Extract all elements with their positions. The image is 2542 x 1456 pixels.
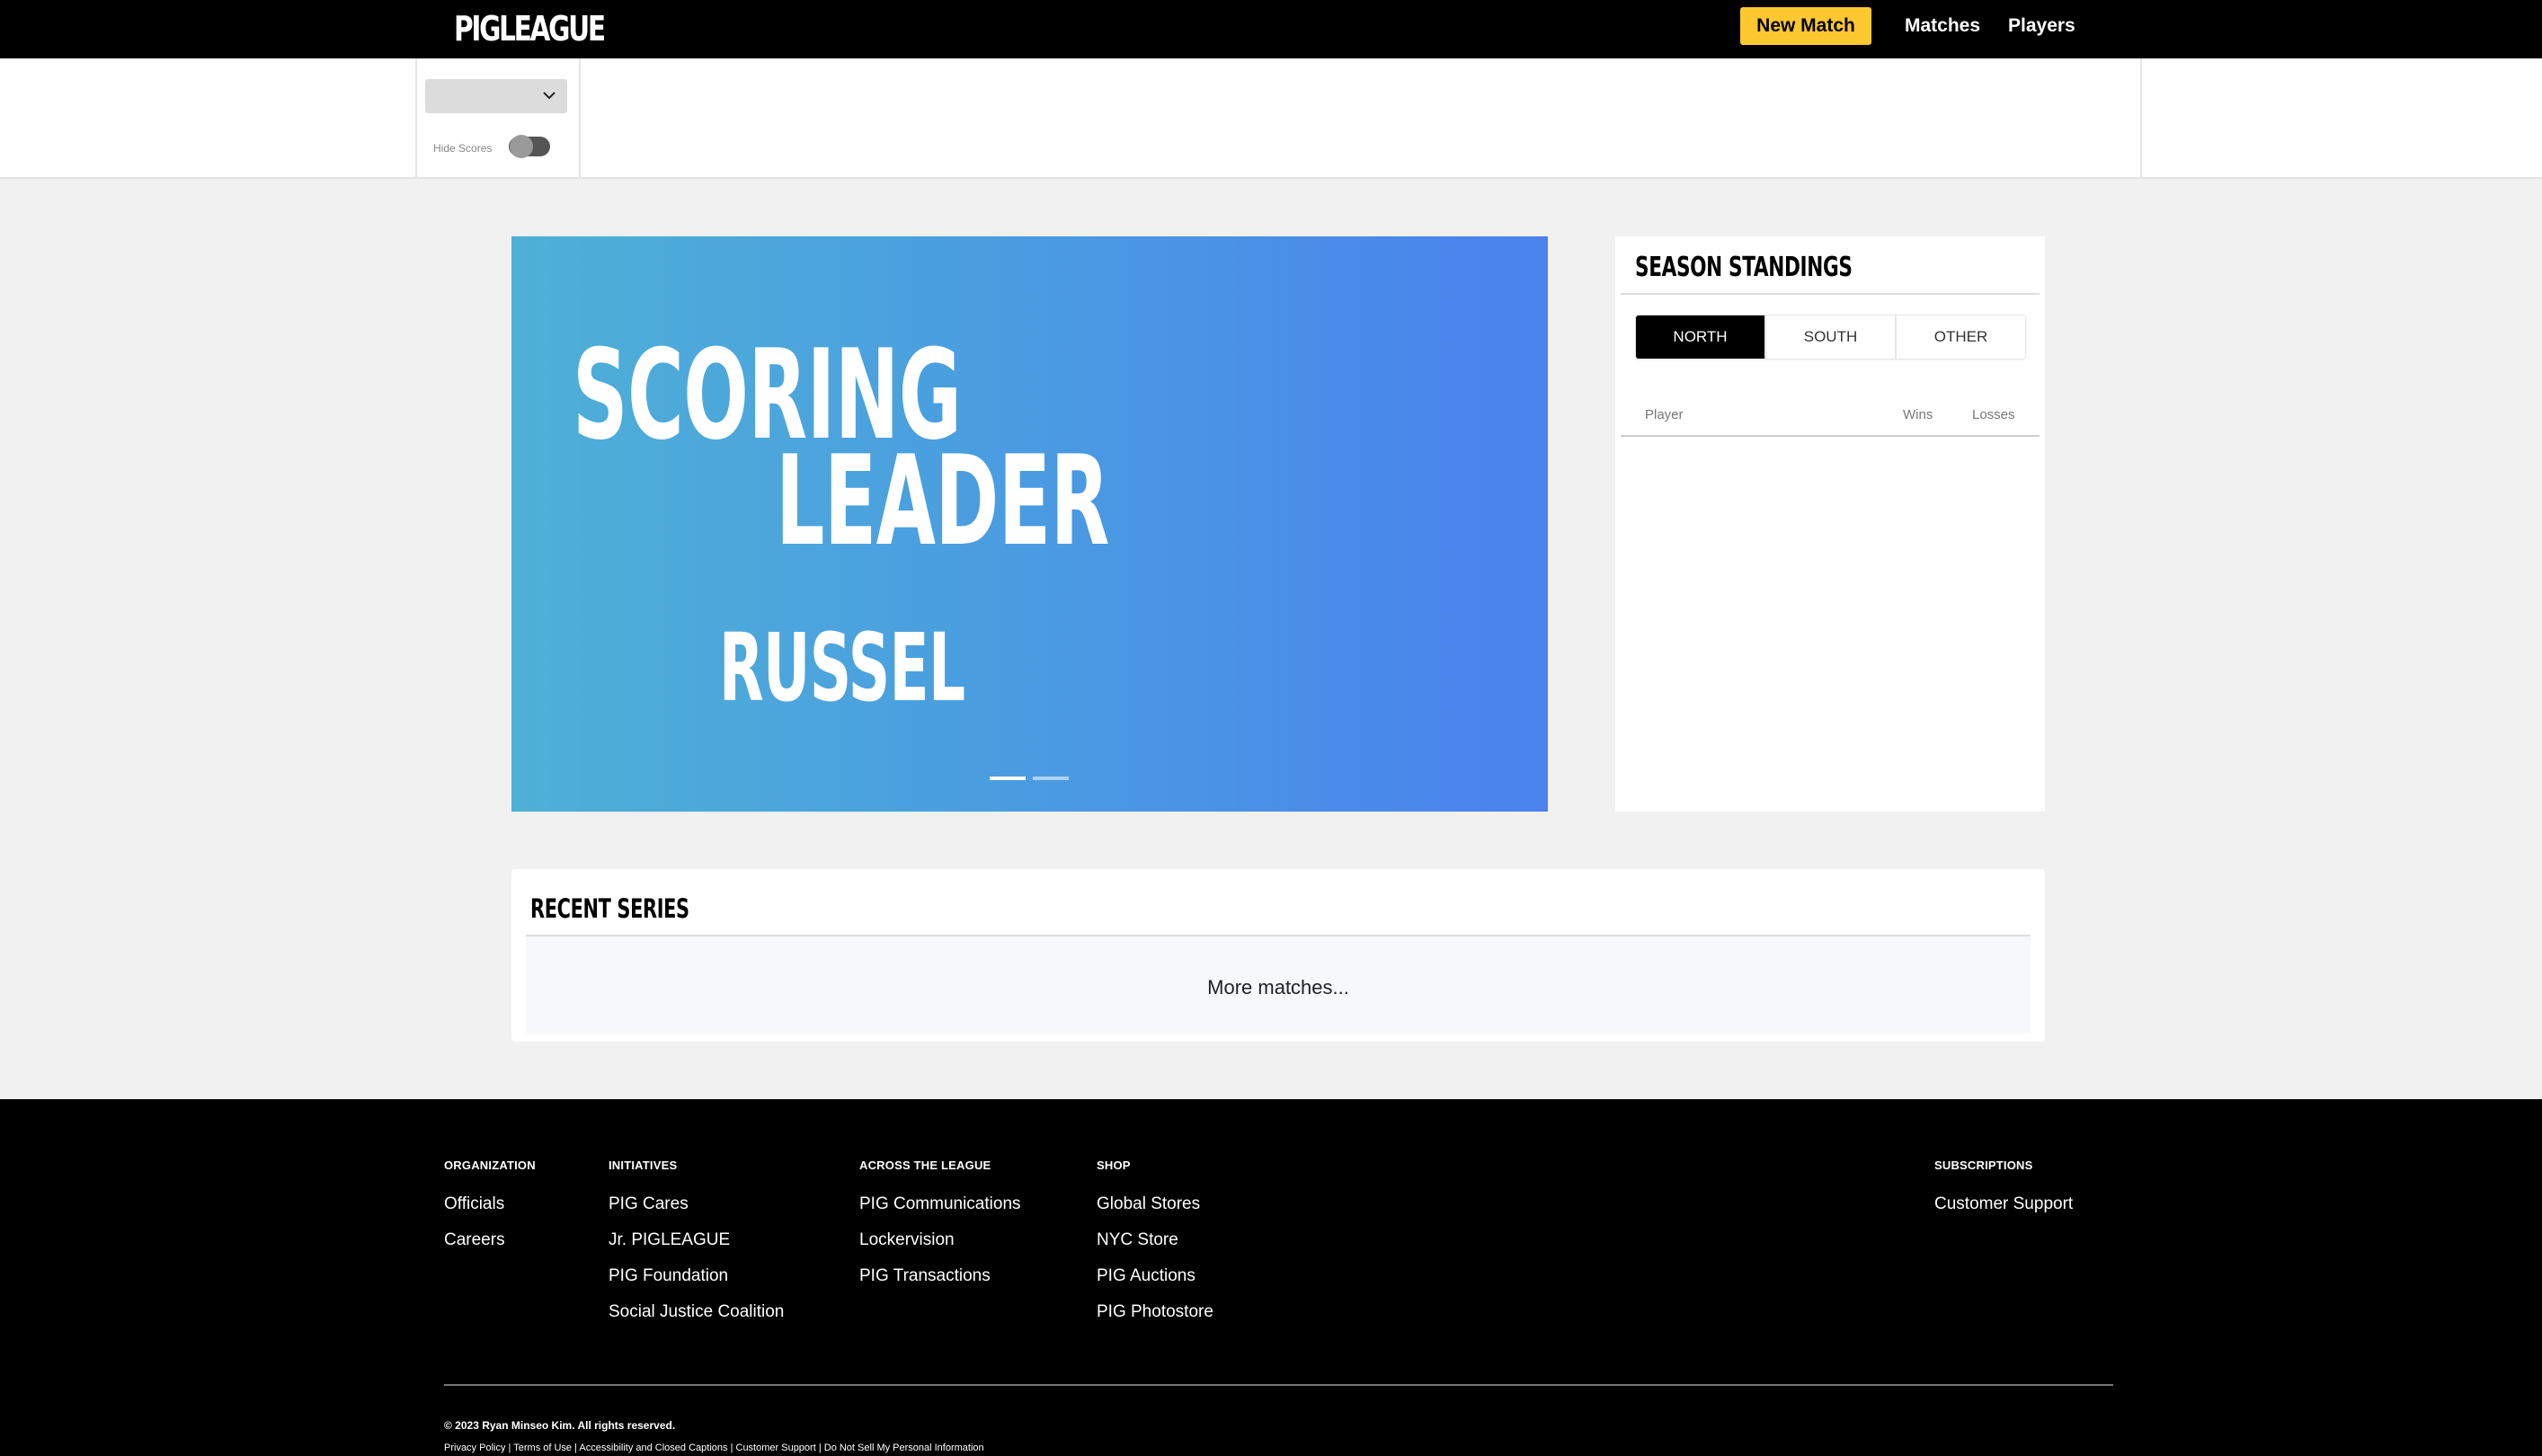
footer-heading: ACROSS THE LEAGUE: [859, 1159, 991, 1172]
do-not-sell-link[interactable]: Do Not Sell My Personal Information: [824, 1443, 984, 1453]
divider: [2140, 58, 2142, 179]
footer-column-subscriptions: SUBSCRIPTIONS Customer Support: [1934, 1159, 2073, 1231]
footer-link[interactable]: PIG Auctions: [1097, 1267, 1213, 1303]
hero-player-name: RUSSEL: [719, 613, 965, 723]
column-header-wins[interactable]: Wins: [1903, 407, 1933, 422]
nav-matches-link[interactable]: Matches: [1905, 7, 1980, 45]
carousel-dot-1[interactable]: [990, 777, 1026, 780]
divider: [415, 58, 417, 179]
footer-link[interactable]: Customer Support: [1934, 1195, 2073, 1231]
chevron-down-icon: [543, 92, 556, 100]
footer-link[interactable]: PIG Transactions: [859, 1267, 1021, 1303]
footer-link[interactable]: Jr. PIGLEAGUE: [609, 1231, 784, 1267]
hero-carousel[interactable]: SCORING LEADER RUSSEL: [511, 236, 1548, 812]
standings-title: SEASON STANDINGS: [1635, 252, 1853, 283]
column-header-losses[interactable]: Losses: [1972, 407, 2015, 422]
tab-other[interactable]: OTHER: [1897, 315, 2025, 359]
recent-series-card: RECENT SERIES More matches...: [511, 869, 2045, 1042]
footer-column-initiatives: INITIATIVES PIG Cares Jr. PIGLEAGUE PIG …: [609, 1159, 784, 1339]
footer-link[interactable]: Global Stores: [1097, 1195, 1213, 1231]
tab-south[interactable]: SOUTH: [1766, 315, 1897, 359]
footer-divider: [444, 1384, 2113, 1386]
footer-link[interactable]: Careers: [444, 1231, 536, 1267]
carousel-dot-2[interactable]: [1033, 777, 1069, 780]
hide-scores-toggle[interactable]: [509, 135, 550, 158]
terms-of-use-link[interactable]: Terms of Use: [513, 1443, 572, 1453]
footer-heading: INITIATIVES: [609, 1159, 678, 1172]
recent-series-title: RECENT SERIES: [530, 893, 689, 924]
recent-series-list: More matches...: [526, 937, 2031, 1034]
legal-links: Privacy Policy | Terms of Use | Accessib…: [444, 1443, 984, 1453]
accessibility-link[interactable]: Accessibility and Closed Captions: [579, 1443, 727, 1453]
hide-scores-label: Hide Scores: [433, 142, 493, 155]
season-standings-card: SEASON STANDINGS NORTH SOUTH OTHER Playe…: [1615, 236, 2045, 812]
nav-players-link[interactable]: Players: [2008, 7, 2075, 45]
footer-link[interactable]: PIG Foundation: [609, 1267, 784, 1303]
footer-link[interactable]: Lockervision: [859, 1231, 1021, 1267]
customer-support-link[interactable]: Customer Support: [736, 1443, 816, 1453]
footer-link[interactable]: PIG Cares: [609, 1195, 784, 1231]
site-logo[interactable]: PIGLEAGUE: [454, 7, 606, 50]
footer-heading: SHOP: [1097, 1159, 1131, 1172]
divider: [579, 58, 581, 179]
footer-link[interactable]: Social Justice Coalition: [609, 1303, 784, 1339]
footer-link[interactable]: PIG Communications: [859, 1195, 1021, 1231]
new-match-button[interactable]: New Match: [1740, 7, 1871, 45]
footer-heading: SUBSCRIPTIONS: [1934, 1159, 2033, 1172]
toggle-knob: [510, 135, 533, 158]
footer-link[interactable]: Officials: [444, 1195, 536, 1231]
season-select[interactable]: [425, 79, 567, 113]
footer-column-organization: ORGANIZATION Officials Careers: [444, 1159, 536, 1267]
footer-column-shop: SHOP Global Stores NYC Store PIG Auction…: [1097, 1159, 1213, 1339]
footer-heading: ORGANIZATION: [444, 1159, 536, 1172]
privacy-policy-link[interactable]: Privacy Policy: [444, 1443, 505, 1453]
footer-link[interactable]: NYC Store: [1097, 1231, 1213, 1267]
site-footer: ORGANIZATION Officials Careers INITIATIV…: [0, 1099, 2542, 1456]
hero-title-line2: LEADER: [776, 429, 1109, 573]
more-matches-link[interactable]: More matches...: [526, 976, 2031, 999]
top-navbar: PIGLEAGUE New Match Matches Players: [0, 0, 2542, 58]
carousel-indicators: [990, 777, 1069, 780]
column-header-player[interactable]: Player: [1645, 407, 1684, 422]
conference-tabs: NORTH SOUTH OTHER: [1635, 315, 2026, 360]
tab-north[interactable]: NORTH: [1636, 315, 1766, 359]
footer-column-across-the-league: ACROSS THE LEAGUE PIG Communications Loc…: [859, 1159, 1021, 1303]
filter-bar: Hide Scores: [0, 58, 2542, 179]
divider: [1621, 293, 2040, 295]
footer-link[interactable]: PIG Photostore: [1097, 1303, 1213, 1339]
copyright-text: © 2023 Ryan Minseo Kim. All rights reser…: [444, 1419, 676, 1432]
divider: [1621, 435, 2040, 437]
